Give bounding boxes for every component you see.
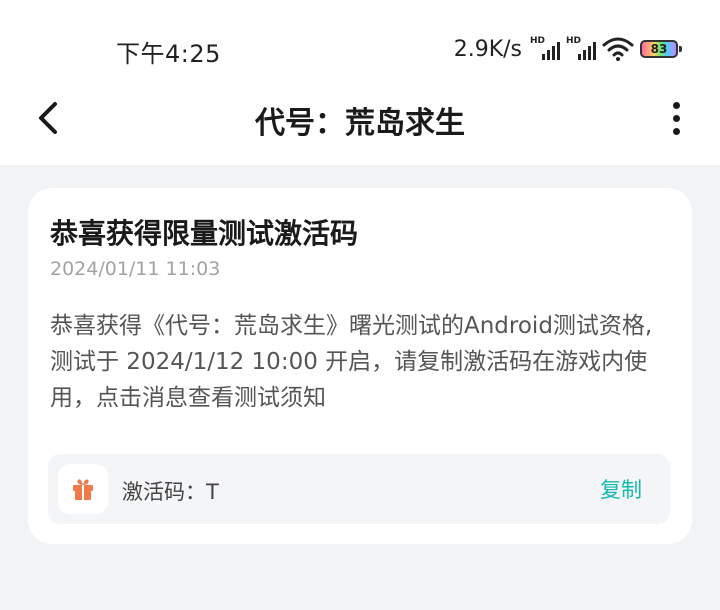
message-time: 2024/01/11 11:03 (50, 258, 221, 280)
message-title: 恭喜获得限量测试激活码 (50, 217, 359, 250)
network-speed: 2.9K/s (453, 36, 522, 62)
header: 下午4:25 2.9K/s HD HD 83 代号：荒岛求生 (0, 0, 720, 165)
battery-level: 83 (650, 42, 668, 56)
copy-button[interactable]: 复制 (600, 474, 642, 504)
wifi-icon (602, 37, 634, 61)
status-time: 下午4:25 (116, 40, 221, 68)
page-title: 代号：荒岛求生 (255, 106, 465, 141)
battery-icon: 83 (640, 40, 682, 58)
gift-icon (58, 464, 108, 514)
activation-code-label: 激活码：T (122, 480, 219, 504)
message-card[interactable]: 恭喜获得限量测试激活码 2024/01/11 11:03 恭喜获得《代号：荒岛求… (28, 188, 692, 544)
signal-2-icon: HD (566, 36, 596, 62)
activation-code-box: 激活码：T 复制 (48, 454, 670, 524)
signal-1-icon: HD (530, 36, 560, 62)
more-vertical-icon (672, 101, 680, 109)
status-icons: 2.9K/s HD HD 83 (453, 34, 682, 64)
message-body: 恭喜获得《代号：荒岛求生》曙光测试的Android测试资格,测试于 2024/1… (50, 313, 653, 411)
more-options-button[interactable] (664, 100, 688, 136)
